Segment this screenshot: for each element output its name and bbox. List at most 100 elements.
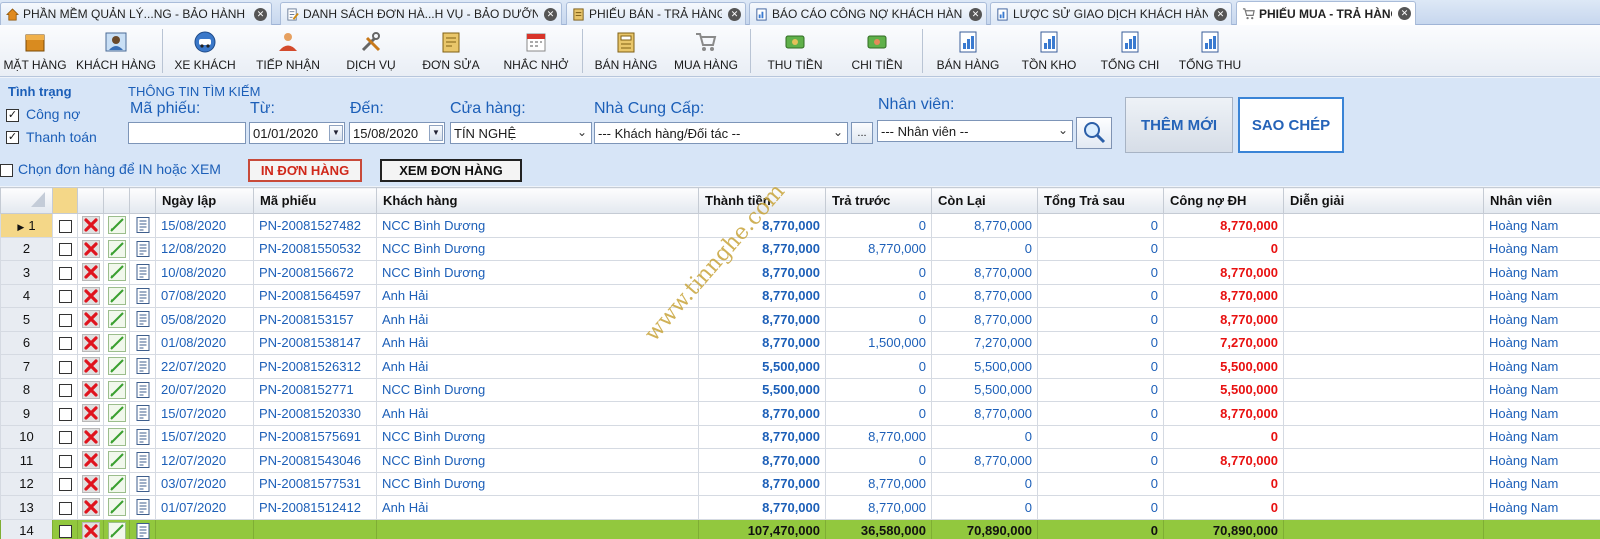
row-checkbox[interactable] xyxy=(58,266,72,280)
document-icon[interactable] xyxy=(134,334,152,352)
chevron-down-icon[interactable]: ⌄ xyxy=(833,125,843,139)
row-select-cell[interactable] xyxy=(52,471,78,496)
toolbar-button-tong-chi[interactable]: TỔNG CHI xyxy=(1094,27,1166,75)
row-delete-cell[interactable] xyxy=(77,448,104,473)
row-header[interactable]: 6 xyxy=(0,330,53,355)
cell-code[interactable]: PN-20081538147 xyxy=(253,330,377,355)
delete-icon[interactable] xyxy=(81,451,100,470)
delete-icon[interactable] xyxy=(81,263,100,282)
tab-service-orders[interactable]: DANH SÁCH ĐƠN HÀ...H VỤ - BẢO DƯỠNG ✕ xyxy=(280,2,562,25)
cell-note[interactable] xyxy=(1283,307,1484,332)
document-icon[interactable] xyxy=(134,404,152,422)
cell-note[interactable] xyxy=(1283,495,1484,520)
cell-later[interactable]: 0 xyxy=(1037,307,1164,332)
pencil-icon[interactable] xyxy=(107,427,126,446)
row-checkbox[interactable] xyxy=(58,337,72,351)
tab-transaction-history[interactable]: LƯỢC SỬ GIAO DỊCH KHÁCH HÀNG ✕ xyxy=(990,2,1232,25)
row-edit-cell[interactable] xyxy=(103,213,130,238)
cell-remain[interactable]: 5,500,000 xyxy=(931,377,1038,402)
delete-icon[interactable] xyxy=(81,404,100,423)
row-select-cell[interactable] xyxy=(52,518,78,539)
row-header[interactable]: 12 xyxy=(0,471,53,496)
cell-remain[interactable]: 0 xyxy=(931,424,1038,449)
table-row[interactable]: 9 15/07/2020 PN-20081520330 Anh Hải 8,770,00… xyxy=(0,401,1600,426)
table-row[interactable]: 8 20/07/2020 PN-2008152771 NCC Bình Dương 5,… xyxy=(0,377,1600,402)
cell-date[interactable]: 10/08/2020 xyxy=(155,260,254,285)
cell-remain[interactable]: 8,770,000 xyxy=(931,213,1038,238)
close-icon[interactable]: ✕ xyxy=(1398,7,1411,20)
row-edit-cell[interactable] xyxy=(103,377,130,402)
pencil-icon[interactable] xyxy=(107,333,126,352)
row-select-cell[interactable] xyxy=(52,283,78,308)
them-moi-button[interactable]: THÊM MỚI xyxy=(1125,97,1233,153)
cell-customer[interactable]: Anh Hải xyxy=(376,495,699,520)
cell-total[interactable]: 8,770,000 xyxy=(698,495,826,520)
row-select-cell[interactable] xyxy=(52,260,78,285)
cell-date[interactable]: 20/07/2020 xyxy=(155,377,254,402)
row-edit-cell[interactable] xyxy=(103,236,130,261)
row-header[interactable]: 3 xyxy=(0,260,53,285)
toolbar-button-nhac-nho[interactable]: NHẮC NHỞ xyxy=(498,27,574,75)
cell-date[interactable]: 22/07/2020 xyxy=(155,354,254,379)
table-row[interactable]: 6 01/08/2020 PN-20081538147 Anh Hải 8,770,00… xyxy=(0,330,1600,355)
cell-prepaid[interactable]: 8,770,000 xyxy=(825,424,932,449)
document-icon[interactable] xyxy=(134,498,152,516)
toolbar-button-mua-hang[interactable]: MUA HÀNG xyxy=(670,27,742,75)
cell-code[interactable]: PN-2008153157 xyxy=(253,307,377,332)
cell-debt[interactable]: 0 xyxy=(1163,495,1284,520)
row-delete-cell[interactable] xyxy=(77,283,104,308)
cell-later[interactable]: 0 xyxy=(1037,213,1164,238)
cell-staff[interactable]: Hoàng Nam xyxy=(1483,448,1600,473)
pencil-icon[interactable] xyxy=(107,521,126,539)
cell-date[interactable]: 01/07/2020 xyxy=(155,495,254,520)
row-edit-cell[interactable] xyxy=(103,401,130,426)
row-header[interactable]: 2 xyxy=(0,236,53,261)
cell-remain[interactable]: 0 xyxy=(931,471,1038,496)
cell-later[interactable]: 0 xyxy=(1037,495,1164,520)
pencil-icon[interactable] xyxy=(107,263,126,282)
cell-customer[interactable]: NCC Bình Dương xyxy=(376,260,699,285)
cell-remain[interactable]: 8,770,000 xyxy=(931,283,1038,308)
row-view-cell[interactable] xyxy=(129,213,156,238)
document-icon[interactable] xyxy=(134,381,152,399)
cell-debt[interactable]: 8,770,000 xyxy=(1163,307,1284,332)
tab-debt-report[interactable]: BÁO CÁO CÔNG NỢ KHÁCH HÀNG ✕ xyxy=(749,2,987,25)
cell-later[interactable]: 0 xyxy=(1037,260,1164,285)
select-print-checkbox[interactable] xyxy=(0,164,13,177)
row-delete-cell[interactable] xyxy=(77,471,104,496)
row-checkbox[interactable] xyxy=(58,407,72,421)
cell-total[interactable]: 8,770,000 xyxy=(698,401,826,426)
cell-prepaid[interactable]: 0 xyxy=(825,213,932,238)
row-select-cell[interactable] xyxy=(52,330,78,355)
column-header[interactable]: Ngày lập xyxy=(155,187,254,214)
cell-staff[interactable]: Hoàng Nam xyxy=(1483,236,1600,261)
cell-remain[interactable]: 8,770,000 xyxy=(931,448,1038,473)
cell-customer[interactable]: NCC Bình Dương xyxy=(376,424,699,449)
cell-note[interactable] xyxy=(1283,401,1484,426)
cell-remain[interactable]: 8,770,000 xyxy=(931,260,1038,285)
cell-later[interactable]: 0 xyxy=(1037,471,1164,496)
row-delete-cell[interactable] xyxy=(77,495,104,520)
column-header[interactable]: Thành tiền xyxy=(698,187,826,214)
cell-customer[interactable]: NCC Bình Dương xyxy=(376,213,699,238)
row-delete-cell[interactable] xyxy=(77,213,104,238)
cell-customer[interactable]: Anh Hải xyxy=(376,283,699,308)
row-view-cell[interactable] xyxy=(129,377,156,402)
document-icon[interactable] xyxy=(134,216,152,234)
cell-debt[interactable]: 5,500,000 xyxy=(1163,354,1284,379)
cell-remain[interactable]: 0 xyxy=(931,495,1038,520)
row-header[interactable]: 13 xyxy=(0,495,53,520)
row-select-cell[interactable] xyxy=(52,354,78,379)
cell-remain[interactable]: 5,500,000 xyxy=(931,354,1038,379)
cell-total[interactable]: 8,770,000 xyxy=(698,307,826,332)
row-view-cell[interactable] xyxy=(129,283,156,308)
row-delete-cell[interactable] xyxy=(77,236,104,261)
delete-icon[interactable] xyxy=(81,333,100,352)
row-edit-cell[interactable] xyxy=(103,283,130,308)
cell-debt[interactable]: 0 xyxy=(1163,471,1284,496)
cell-customer[interactable]: Anh Hải xyxy=(376,354,699,379)
toolbar-button-khach-hang[interactable]: KHÁCH HÀNG xyxy=(76,27,156,75)
row-checkbox[interactable] xyxy=(58,313,72,327)
column-header[interactable]: Tổng Trả sau xyxy=(1037,187,1164,214)
cell-customer[interactable]: NCC Bình Dương xyxy=(376,377,699,402)
